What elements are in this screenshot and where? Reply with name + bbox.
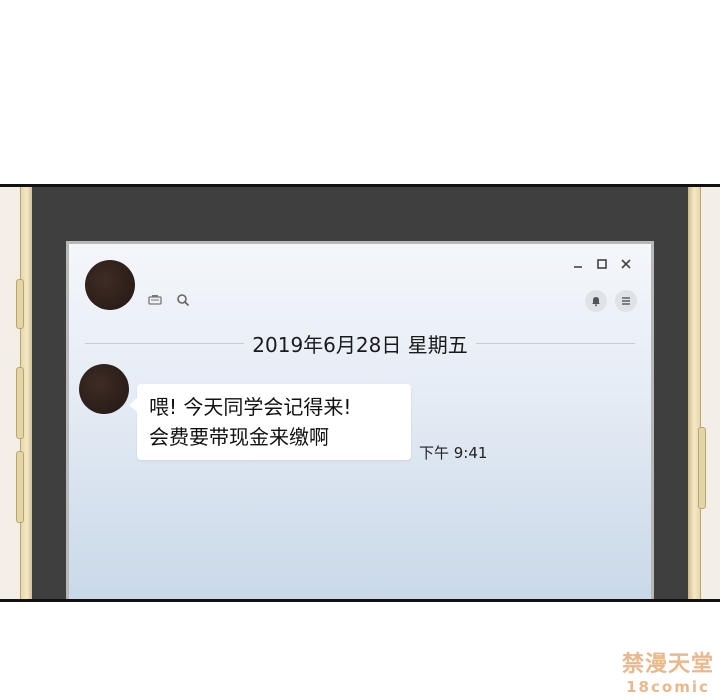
message-bubble[interactable]: 喂! 今天同学会记得来! 会费要带现金来缴啊 bbox=[129, 384, 411, 460]
bell-icon bbox=[592, 297, 600, 307]
minimize-button[interactable] bbox=[571, 258, 585, 272]
message-line: 会费要带现金来缴啊 bbox=[149, 425, 329, 449]
chat-window: 2019年6月28日 星期五 喂! 今天同学会记得来! 会费要带现金来缴啊 下午… bbox=[66, 241, 654, 599]
comic-page: 2019年6月28日 星期五 喂! 今天同学会记得来! 会费要带现金来缴啊 下午… bbox=[0, 0, 720, 700]
date-label: 2019年6月28日 星期五 bbox=[252, 332, 468, 357]
close-icon bbox=[621, 259, 631, 269]
contact-avatar[interactable] bbox=[85, 260, 135, 310]
divider-line bbox=[85, 342, 245, 344]
comic-panel: 2019年6月28日 星期五 喂! 今天同学会记得来! 会费要带现金来缴啊 下午… bbox=[0, 184, 720, 602]
watermark-subtitle: 18comic bbox=[626, 678, 710, 696]
phone-side-button bbox=[16, 367, 24, 439]
maximize-button[interactable] bbox=[595, 258, 609, 272]
menu-button[interactable] bbox=[615, 290, 637, 312]
header-tools bbox=[147, 292, 191, 308]
maximize-icon bbox=[597, 259, 607, 269]
watermark-title: 禁漫天堂 bbox=[621, 652, 714, 677]
keyboard-icon bbox=[148, 295, 162, 305]
keyboard-button[interactable] bbox=[147, 292, 163, 308]
message-line: 喂! 今天同学会记得来! bbox=[149, 395, 352, 419]
watermark: 禁漫天堂 18comic bbox=[622, 646, 714, 696]
date-divider: 2019年6月28日 星期五 bbox=[85, 330, 635, 357]
phone-side-button bbox=[16, 451, 24, 523]
menu-icon bbox=[622, 297, 630, 305]
divider-line bbox=[475, 342, 635, 344]
search-button[interactable] bbox=[175, 292, 191, 308]
close-button[interactable] bbox=[619, 258, 633, 272]
phone-edge-right bbox=[688, 187, 701, 599]
message-timestamp: 下午 9:41 bbox=[419, 444, 488, 462]
phone-side-button bbox=[16, 279, 24, 329]
notification-button[interactable] bbox=[585, 290, 607, 312]
window-controls bbox=[571, 258, 633, 272]
header-actions bbox=[585, 290, 637, 312]
minimize-icon bbox=[574, 266, 582, 268]
search-icon bbox=[177, 294, 190, 307]
sender-avatar[interactable] bbox=[79, 364, 129, 414]
phone-side-button bbox=[698, 427, 706, 509]
